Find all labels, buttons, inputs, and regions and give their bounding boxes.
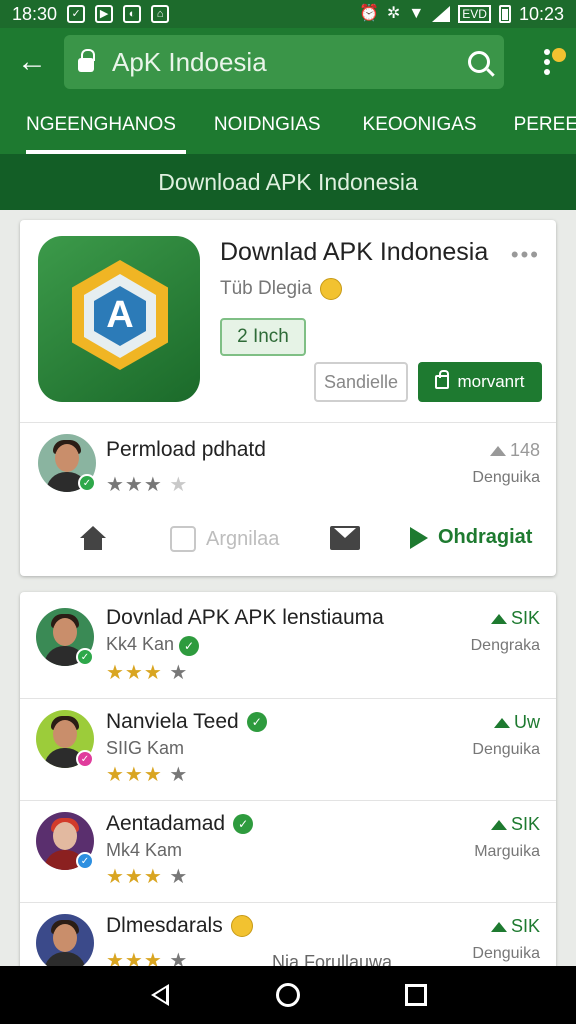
signal-icon: [432, 6, 451, 22]
like-action[interactable]: Argnilaa: [170, 526, 279, 552]
rating-stars: ★★★ ★: [106, 764, 189, 786]
search-input[interactable]: ApK Indoesia: [112, 47, 267, 78]
tab-ngeenghanos[interactable]: NGEENGHANOS: [26, 96, 186, 154]
app-detail-card: A Downlad APK Indonesia ••• Tüb Dlegia 2…: [20, 220, 556, 576]
emoji-face-icon: [319, 278, 342, 300]
emoji-face-icon: [230, 915, 253, 937]
share-action[interactable]: Ohdragiat: [410, 526, 532, 549]
nav-home-icon[interactable]: [272, 979, 304, 1011]
rating-stars: ★★★ ★: [106, 474, 189, 496]
review-count: 148: [509, 440, 540, 460]
list-item-meta: SIK Marguika: [474, 814, 540, 860]
system-nav-bar: [0, 966, 576, 1024]
app-notification-icon: ◐: [123, 5, 142, 23]
android-logo-icon: A: [106, 294, 134, 336]
bag-icon: [435, 370, 450, 389]
lock-icon: [78, 49, 95, 72]
thumb-up-icon: [170, 526, 196, 552]
upvote-icon[interactable]: [490, 613, 507, 624]
tab-noidngias[interactable]: NOIDNGIAS: [214, 96, 321, 154]
like-label: Argnilaa: [206, 527, 280, 550]
photo-notification-icon: ⌂: [151, 5, 170, 23]
share-icon: [410, 526, 428, 549]
secondary-button[interactable]: Sandielle: [314, 362, 408, 402]
install-button[interactable]: morvanrt: [418, 362, 542, 402]
upvote-icon[interactable]: [490, 921, 507, 932]
status-time-right: 10:23: [518, 3, 564, 24]
rating-stars: ★★★ ★: [106, 662, 189, 684]
verified-badge-icon: ✓: [76, 750, 94, 768]
tab-pereen[interactable]: PEREEN: [514, 96, 576, 154]
mail-icon: [330, 526, 360, 550]
check-badge-icon: ✓: [246, 712, 267, 732]
search-icon[interactable]: [468, 51, 490, 73]
tab-bar: NGEENGHANOS NOIDNGIAS KEOONIGAS PEREEN: [0, 96, 576, 154]
more-vert-icon[interactable]: [532, 42, 566, 82]
tab-keoonigas[interactable]: KEOONIGAS: [363, 96, 477, 154]
developer-name: Tüb Dlegia: [220, 278, 312, 299]
action-bar: Argnilaa Ohdragiat: [20, 516, 556, 572]
emoji-badge-icon: [552, 48, 566, 62]
banner: Download APK Indonesia: [0, 154, 576, 210]
review-name: Permload pdhatd: [106, 438, 266, 461]
verified-badge-icon: ✓: [76, 852, 94, 870]
app-icon[interactable]: A: [38, 236, 200, 402]
list-item-meta: Uw Denguika: [472, 712, 540, 758]
list-item-name: Nanviela Teed ✓: [106, 710, 267, 734]
list-item-name: Dlmesdarals: [106, 914, 253, 938]
alarm-icon: ⏰: [359, 5, 380, 22]
home-action[interactable]: [80, 526, 106, 550]
nav-back-icon[interactable]: [144, 979, 176, 1011]
app-subtitle: Tüb Dlegia: [220, 278, 342, 300]
check-badge-icon: ✓: [179, 636, 200, 656]
status-bar: 18:30 ✓ ▶ ◐ ⌂ ⏰ ✲ ▼ EVD 10:23: [0, 0, 576, 28]
message-action[interactable]: [330, 526, 360, 550]
check-badge-icon: ✓: [233, 814, 254, 834]
app-bar: ← ApK Indoesia: [0, 28, 576, 96]
list-item-meta: SIK Denguika: [472, 916, 540, 962]
verified-badge-icon: ✓: [76, 648, 94, 666]
avatar: [36, 914, 94, 972]
upvote-icon[interactable]: [494, 717, 510, 728]
verified-badge-icon: ✓: [78, 474, 96, 492]
vibrate-icon: ✲: [387, 5, 401, 22]
review-label: Denguika: [472, 469, 540, 486]
play-notification-icon: ▶: [95, 5, 114, 23]
list-item-meta: SIK Dengraka: [470, 608, 540, 654]
overflow-dots-icon[interactable]: •••: [511, 242, 540, 268]
app-title: Downlad APK Indonesia: [220, 238, 489, 266]
list-item-name: Dovnlad APK APK lenstiauma: [106, 606, 384, 629]
review-meta: 148 Denguika: [472, 440, 540, 487]
upvote-icon[interactable]: [489, 445, 506, 456]
search-bar[interactable]: ApK Indoesia: [64, 35, 504, 89]
check-notification-icon: ✓: [67, 5, 86, 23]
share-label: Ohdragiat: [438, 526, 533, 548]
size-chip[interactable]: 2 Inch: [220, 318, 306, 356]
list-item-sub: Mk4 Kam: [106, 840, 183, 860]
review-list-card: ✓ Dovnlad APK APK lenstiauma Kk4 Kan ✓ ★…: [20, 592, 556, 972]
nav-recents-icon[interactable]: [400, 979, 432, 1011]
upvote-icon[interactable]: [490, 819, 507, 830]
status-time-left: 18:30: [12, 3, 58, 24]
battery-icon: [498, 5, 511, 23]
wifi-icon: ▼: [408, 5, 425, 22]
back-arrow-icon[interactable]: ←: [0, 28, 64, 96]
battery-text: EVD: [458, 5, 491, 23]
install-button-label: morvanrt: [457, 372, 525, 391]
list-item-name: Aentadamad ✓: [106, 812, 254, 836]
home-icon: [80, 526, 106, 550]
rating-stars: ★★★ ★: [106, 866, 189, 888]
list-item-sub: Kk4 Kan ✓: [106, 634, 200, 656]
list-item-sub: SIIG Kam: [106, 738, 185, 758]
